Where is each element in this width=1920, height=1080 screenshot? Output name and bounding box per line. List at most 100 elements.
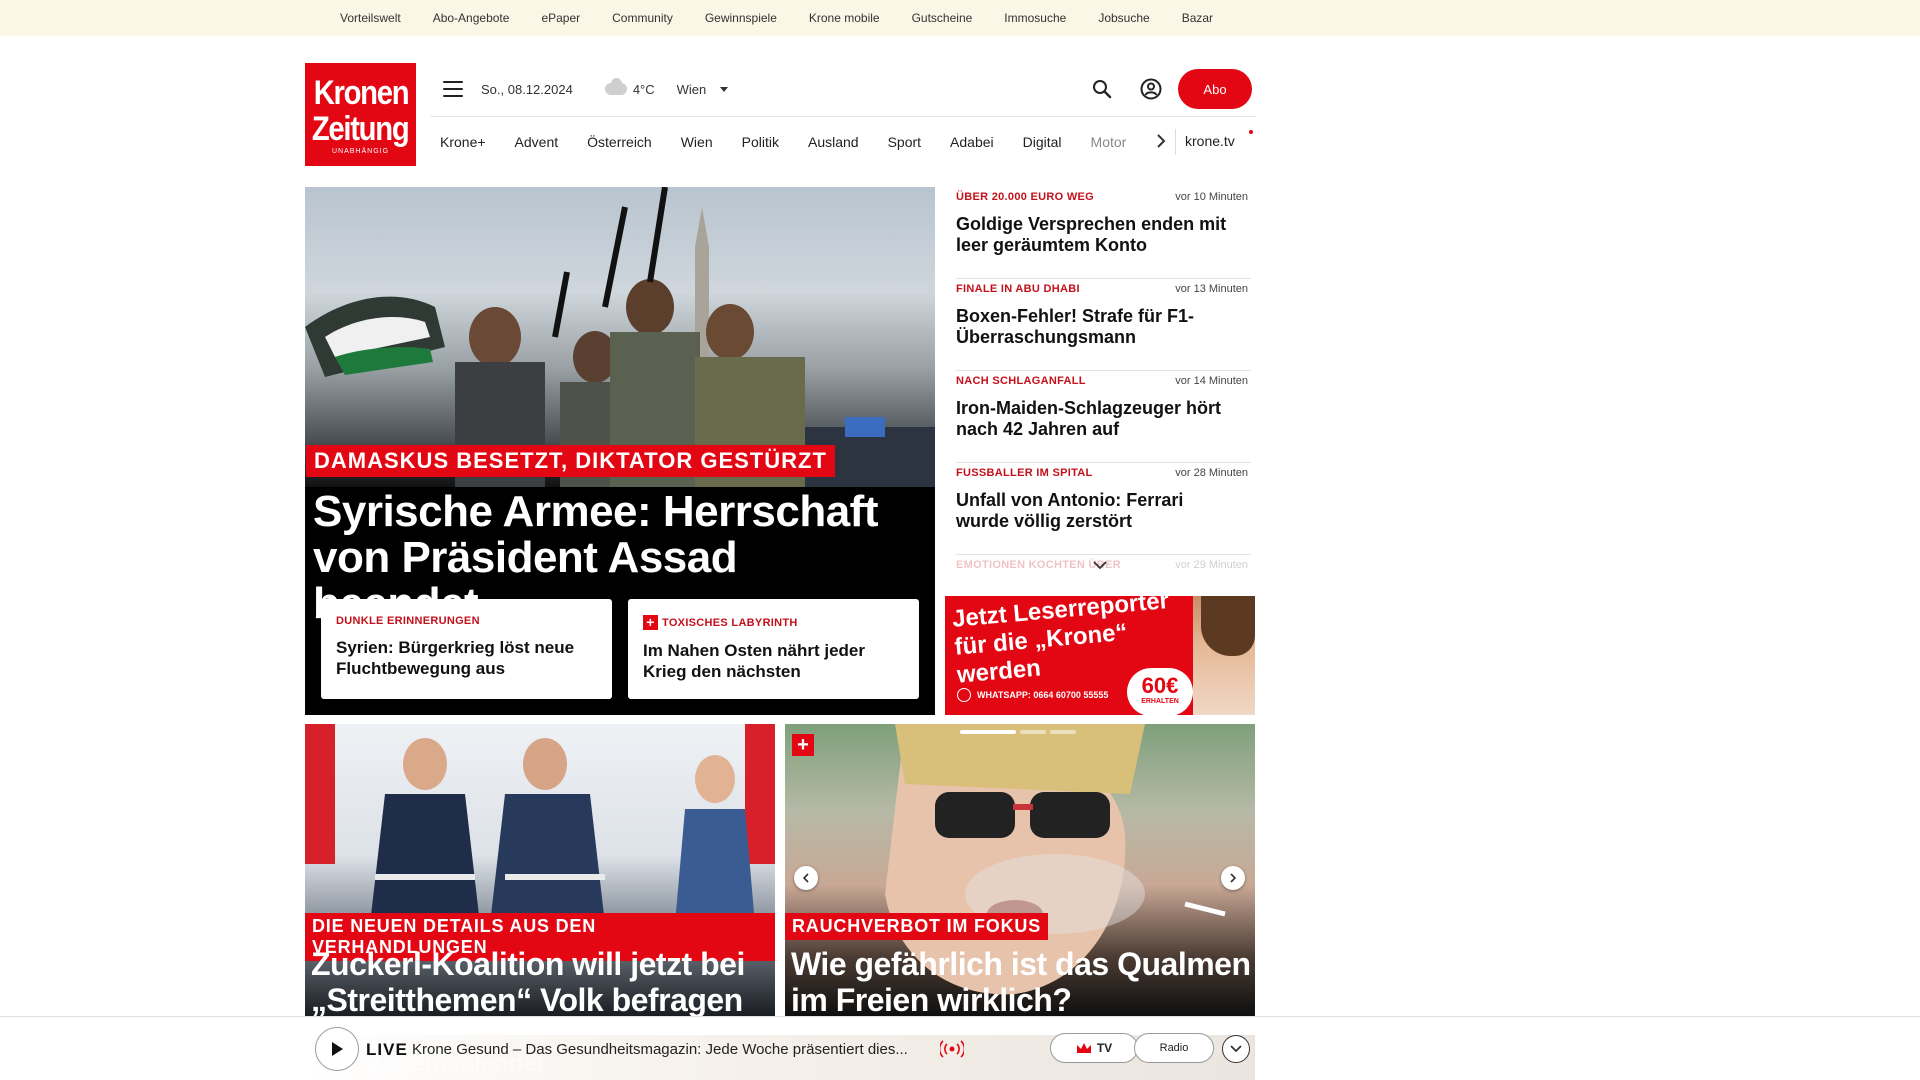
temperature: 4°C	[632, 81, 655, 97]
related-story-title: Im Nahen Osten nährt jeder Krieg den näc…	[643, 641, 865, 681]
ad-reward-label: ERHALTEN	[1141, 698, 1179, 705]
carousel-prev-button[interactable]	[794, 866, 818, 890]
top-utility-bar: Vorteilswelt Abo-Angebote ePaper Communi…	[0, 0, 1920, 36]
story-carousel[interactable]: + RAUCHVERBOT IM FOKUS Wie gefährlich is…	[785, 724, 1255, 1016]
now-playing-text[interactable]: Krone Gesund – Das Gesundheitsmagazin: J…	[412, 1041, 932, 1058]
news-kicker: FINALE IN ABU DHABI	[956, 283, 1080, 295]
utility-link-abo-angebote[interactable]: Abo-Angebote	[433, 11, 510, 25]
search-icon[interactable]	[1092, 79, 1112, 99]
chevron-down-icon[interactable]	[720, 86, 729, 92]
radio-label: Radio	[1159, 1042, 1189, 1054]
main-navigation: Krone+ Advent Österreich Wien Politik Au…	[430, 116, 1256, 166]
news-title: Goldige Versprechen enden mit leer geräu…	[956, 214, 1227, 255]
current-date: So., 08.12.2024	[481, 81, 573, 97]
carousel-next-button[interactable]	[1221, 866, 1245, 890]
ad-model-hair	[1201, 596, 1255, 656]
logo-line-2: Zeitung	[312, 109, 410, 148]
utility-link-gutscheine[interactable]: Gutscheine	[912, 11, 973, 25]
news-time: vor 14 Minuten	[1175, 375, 1248, 387]
krone-plus-icon: +	[643, 615, 658, 630]
latest-news-list: ÜBER 20.000 EURO WEG vor 10 Minuten Gold…	[945, 187, 1251, 577]
teaser-headline[interactable]: Zuckerl-Koalition will jetzt bei „Streit…	[311, 946, 771, 1016]
hero-image	[305, 187, 935, 487]
nav-item-motor[interactable]: Motor	[1091, 134, 1127, 150]
hero-image-illustration	[305, 187, 935, 487]
news-kicker: NACH SCHLAGANFALL	[956, 375, 1086, 387]
teaser-headline[interactable]: Wie gefährlich ist das Qualmen im Freien…	[791, 946, 1251, 1016]
news-time: vor 13 Minuten	[1175, 283, 1248, 295]
related-story-card[interactable]: + TOXISCHES LABYRINTH Im Nahen Osten nähr…	[628, 599, 919, 699]
carousel-indicators[interactable]	[960, 730, 1080, 734]
carousel-dot[interactable]	[1050, 730, 1076, 734]
nav-item-digital[interactable]: Digital	[1023, 134, 1062, 150]
logo-line-1: Kronen	[313, 73, 409, 112]
utility-links: Vorteilswelt Abo-Angebote ePaper Communi…	[340, 0, 1245, 36]
nav-item-krone-plus[interactable]: Krone+	[440, 134, 486, 150]
chevron-right-icon	[1230, 873, 1237, 883]
nav-item-krone-tv[interactable]: krone.tv	[1185, 133, 1235, 149]
city-selector[interactable]: Wien	[677, 82, 707, 97]
tv-toggle-button[interactable]: TV	[1050, 1033, 1138, 1063]
nav-item-wien[interactable]: Wien	[681, 134, 713, 150]
krone-plus-icon: +	[792, 734, 814, 756]
live-label: LIVE	[366, 1040, 408, 1059]
ad-reward-amount: 60€	[1141, 673, 1179, 698]
hero-kicker: DAMASKUS BESETZT, DIKTATOR GESTÜRZT	[306, 445, 835, 477]
tv-label: TV	[1096, 1041, 1113, 1055]
header-bar: So., 08.12.2024 4°C Wien Abo	[430, 68, 1256, 110]
expand-list-chevron-icon[interactable]	[1093, 560, 1107, 570]
menu-icon[interactable]	[443, 81, 463, 97]
radio-toggle-button[interactable]: Radio	[1134, 1033, 1214, 1063]
kronen-zeitung-logo[interactable]: Kronen Zeitung UNABHÄNGIG	[305, 63, 416, 166]
crown-icon	[1076, 1043, 1091, 1053]
latest-news-item[interactable]: FUSSBALLER IM SPITAL vor 28 Minuten Unfa…	[956, 463, 1251, 555]
related-story-kicker: + TOXISCHES LABYRINTH	[643, 615, 904, 630]
utility-link-krone-mobile[interactable]: Krone mobile	[809, 11, 880, 25]
utility-link-vorteilswelt[interactable]: Vorteilswelt	[340, 11, 401, 25]
related-story-title: Syrien: Bürgerkrieg löst neue Fluchtbewe…	[336, 638, 575, 678]
news-title: Unfall von Antonio: Ferrari wurde völlig…	[956, 490, 1184, 531]
related-story-card[interactable]: DUNKLE ERINNERUNGEN Syrien: Bürgerkrieg …	[321, 599, 612, 699]
utility-link-epaper[interactable]: ePaper	[541, 11, 580, 25]
carousel-dot[interactable]	[1020, 730, 1046, 734]
play-icon	[332, 1042, 343, 1056]
user-account-icon[interactable]	[1140, 78, 1162, 100]
ad-reward-badge: 60€ ERHALTEN	[1127, 668, 1193, 715]
nav-item-oesterreich[interactable]: Österreich	[587, 134, 652, 150]
latest-news-item[interactable]: NACH SCHLAGANFALL vor 14 Minuten Iron-Ma…	[956, 371, 1251, 463]
logo-tagline: UNABHÄNGIG	[331, 147, 390, 155]
news-time: vor 10 Minuten	[1175, 191, 1248, 203]
nav-item-politik[interactable]: Politik	[742, 134, 779, 150]
player-expand-button[interactable]	[1222, 1035, 1250, 1063]
nav-item-advent[interactable]: Advent	[515, 134, 559, 150]
latest-news-item[interactable]: ÜBER 20.000 EURO WEG vor 10 Minuten Gold…	[956, 187, 1251, 279]
utility-link-gewinnspiele[interactable]: Gewinnspiele	[705, 11, 777, 25]
broadcast-icon	[940, 1040, 964, 1058]
utility-link-immosuche[interactable]: Immosuche	[1004, 11, 1066, 25]
chevron-right-icon[interactable]	[1154, 133, 1168, 149]
hero-story[interactable]: DAMASKUS BESETZT, DIKTATOR GESTÜRZT Syri…	[305, 187, 935, 715]
chevron-left-icon	[802, 873, 809, 883]
whatsapp-icon	[957, 688, 971, 702]
nav-item-ausland[interactable]: Ausland	[808, 134, 859, 150]
live-indicator-dot	[1249, 130, 1253, 134]
news-time: vor 28 Minuten	[1175, 467, 1248, 479]
news-kicker: ÜBER 20.000 EURO WEG	[956, 191, 1095, 203]
nav-item-sport[interactable]: Sport	[888, 134, 921, 150]
story-teaser[interactable]: DIE NEUEN DETAILS AUS DEN VERHANDLUNGEN …	[305, 724, 775, 1016]
abo-button[interactable]: Abo	[1178, 69, 1252, 109]
latest-news-item[interactable]: FINALE IN ABU DHABI vor 13 Minuten Boxen…	[956, 279, 1251, 371]
nav-divider	[1175, 129, 1176, 155]
leserreporter-ad-banner[interactable]: Jetzt Leserreporter für die „Krone“ werd…	[945, 596, 1255, 715]
utility-link-jobsuche[interactable]: Jobsuche	[1098, 11, 1149, 25]
news-title: Iron-Maiden-Schlagzeuger hört nach 42 Ja…	[956, 398, 1222, 439]
utility-link-bazar[interactable]: Bazar	[1182, 11, 1213, 25]
news-time: vor 29 Minuten	[1175, 559, 1248, 571]
nav-item-adabei[interactable]: Adabei	[950, 134, 994, 150]
news-kicker: FUSSBALLER IM SPITAL	[956, 467, 1093, 479]
teaser-kicker: RAUCHVERBOT IM FOKUS	[785, 913, 1048, 940]
news-title: Boxen-Fehler! Strafe für F1-Überraschung…	[956, 306, 1195, 347]
carousel-dot-active[interactable]	[960, 730, 1016, 734]
play-button[interactable]	[315, 1027, 359, 1071]
utility-link-community[interactable]: Community	[612, 11, 673, 25]
